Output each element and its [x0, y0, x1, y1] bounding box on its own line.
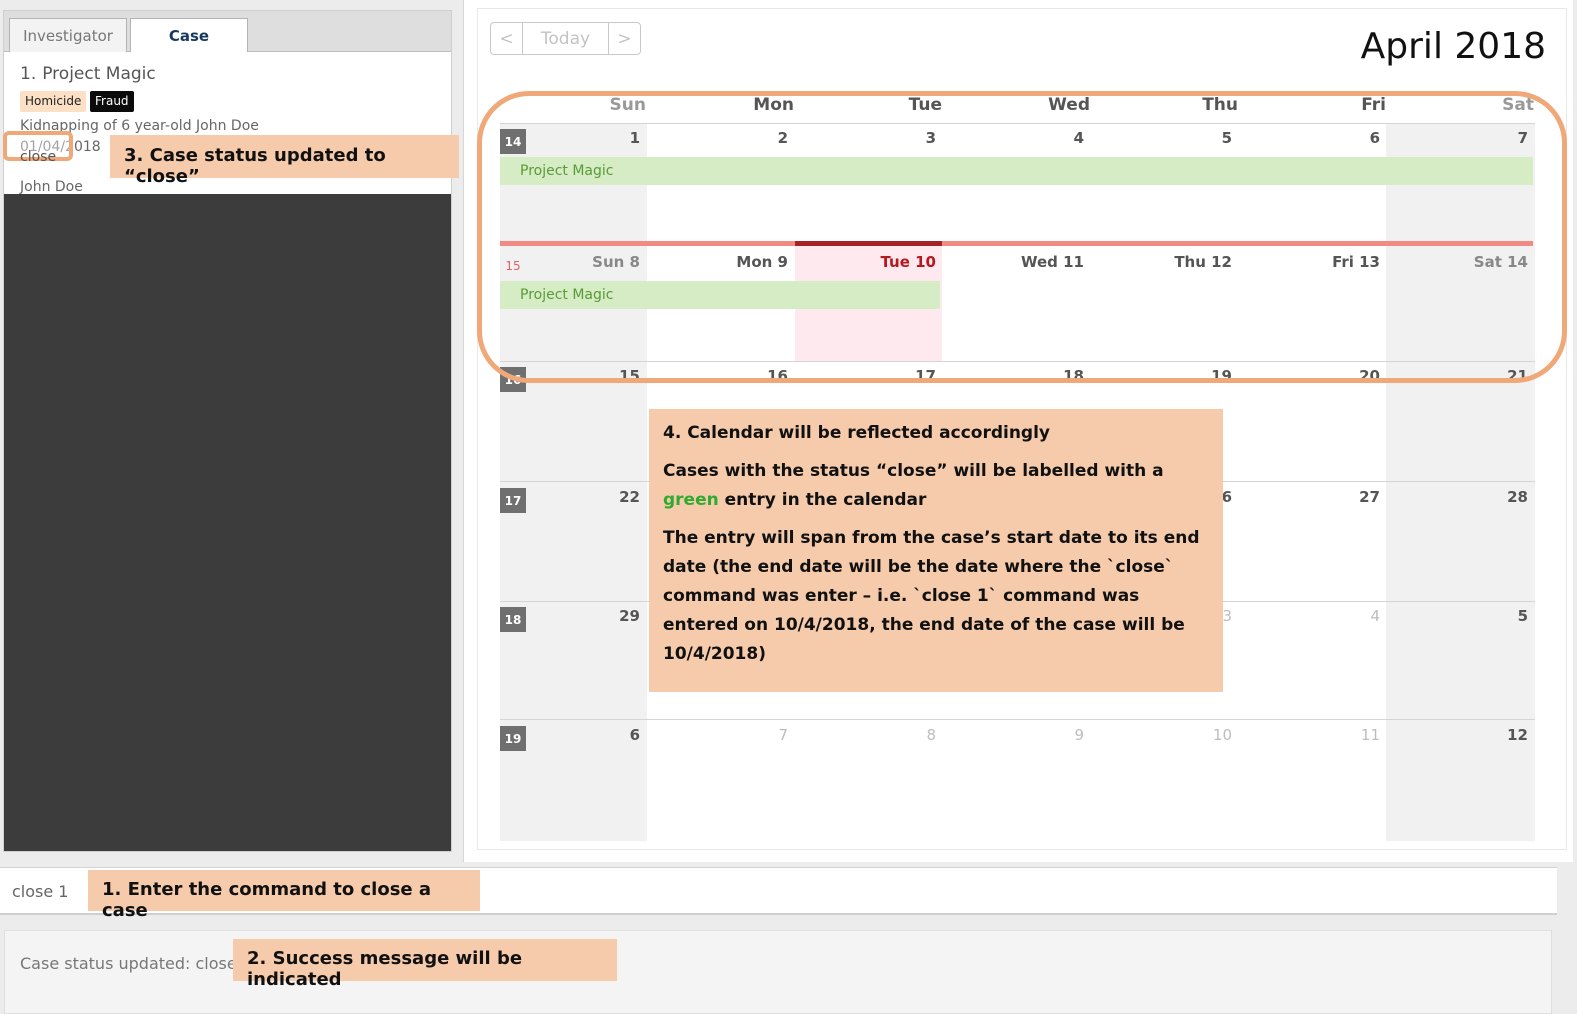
annotation-step-2: 2. Success message will be indicated: [233, 939, 617, 990]
event-project-magic-week2[interactable]: Project Magic: [500, 281, 940, 309]
day-21[interactable]: 21: [1388, 367, 1528, 385]
day-28[interactable]: 28: [1388, 488, 1528, 506]
day-19[interactable]: 19: [1092, 367, 1232, 385]
day-5[interactable]: 5: [1092, 129, 1232, 147]
day-20[interactable]: 20: [1240, 367, 1380, 385]
day-7-next[interactable]: 7: [648, 726, 788, 744]
tag-fraud: Fraud: [90, 91, 134, 112]
day-tue-10-today[interactable]: Tue 10: [796, 253, 936, 271]
command-input[interactable]: [12, 882, 82, 901]
day-16[interactable]: 16: [648, 367, 788, 385]
annotation-step-4-span-rule: The entry will span from the case’s star…: [663, 528, 1200, 664]
day-18[interactable]: 18: [944, 367, 1084, 385]
day-sat-14[interactable]: Sat 14: [1388, 253, 1528, 271]
day-4[interactable]: 4: [944, 129, 1084, 147]
row-divider: [500, 361, 1535, 362]
annotation-step-1: 1. Enter the command to close a case: [88, 870, 480, 921]
day-sun-8[interactable]: Sun 8: [500, 253, 640, 271]
day-27[interactable]: 27: [1240, 488, 1380, 506]
day-thu-12[interactable]: Thu 12: [1092, 253, 1232, 271]
weekday-wed: Wed: [1048, 95, 1090, 115]
day-11-next[interactable]: 11: [1240, 726, 1380, 744]
day-wed-11[interactable]: Wed 11: [944, 253, 1084, 271]
note4-text-post: entry in the calendar: [724, 490, 927, 510]
row-divider: [500, 123, 1535, 124]
current-week-line: [500, 241, 1533, 246]
day-6[interactable]: 6: [1240, 129, 1380, 147]
tag-homicide: Homicide: [20, 91, 87, 112]
result-message: Case status updated: close: [20, 954, 237, 973]
day-15[interactable]: 15: [500, 367, 640, 385]
day-8-next[interactable]: 8: [796, 726, 936, 744]
case-name: Project Magic: [42, 64, 156, 84]
weekday-thu: Thu: [1202, 95, 1238, 115]
weekday-fri: Fri: [1361, 95, 1386, 115]
note4-text-pre: Cases with the status “close” will be la…: [663, 461, 1164, 481]
weekday-tue: Tue: [908, 95, 942, 115]
note4-green-word: green: [663, 490, 719, 510]
tab-bar: Investigator Case: [4, 11, 451, 53]
day-29[interactable]: 29: [500, 607, 640, 625]
annotation-step-3: 3. Case status updated to “close”: [110, 135, 459, 187]
day-12-next[interactable]: 12: [1388, 726, 1528, 744]
annotation-step-4-title: 4. Calendar will be reflected accordingl…: [663, 423, 1051, 443]
day-5-next[interactable]: 5: [1388, 607, 1528, 625]
day-17[interactable]: 17: [796, 367, 936, 385]
today-marker: [795, 241, 942, 246]
next-month-button[interactable]: >: [608, 22, 641, 55]
case-status: close: [20, 149, 57, 165]
case-person: John Doe: [20, 179, 83, 195]
month-title: April 2018: [1360, 26, 1546, 67]
event-project-magic-week1[interactable]: Project Magic: [500, 157, 1533, 185]
row-divider: [500, 719, 1535, 720]
annotation-step-4-green-rule: Cases with the status “close” will be la…: [663, 457, 1209, 515]
tab-case[interactable]: Case: [130, 18, 248, 53]
prev-month-button[interactable]: <: [490, 22, 523, 55]
day-3[interactable]: 3: [796, 129, 936, 147]
weekday-sun: Sun: [609, 95, 646, 115]
day-6-next[interactable]: 6: [500, 726, 640, 744]
day-7[interactable]: 7: [1388, 129, 1528, 147]
day-mon-9[interactable]: Mon 9: [648, 253, 788, 271]
case-index: 1.: [20, 64, 37, 84]
tab-investigator[interactable]: Investigator: [9, 18, 127, 53]
day-10-next[interactable]: 10: [1092, 726, 1232, 744]
day-4-next[interactable]: 4: [1240, 607, 1380, 625]
day-22[interactable]: 22: [500, 488, 640, 506]
case-title: 1. Project Magic: [20, 64, 156, 84]
weekday-mon: Mon: [753, 95, 794, 115]
today-button[interactable]: Today: [522, 22, 609, 55]
day-1[interactable]: 1: [500, 129, 640, 147]
day-9-next[interactable]: 9: [944, 726, 1084, 744]
annotation-step-4: 4. Calendar will be reflected accordingl…: [649, 409, 1223, 692]
day-2[interactable]: 2: [648, 129, 788, 147]
weekday-sat: Sat: [1502, 95, 1534, 115]
day-fri-13[interactable]: Fri 13: [1240, 253, 1380, 271]
